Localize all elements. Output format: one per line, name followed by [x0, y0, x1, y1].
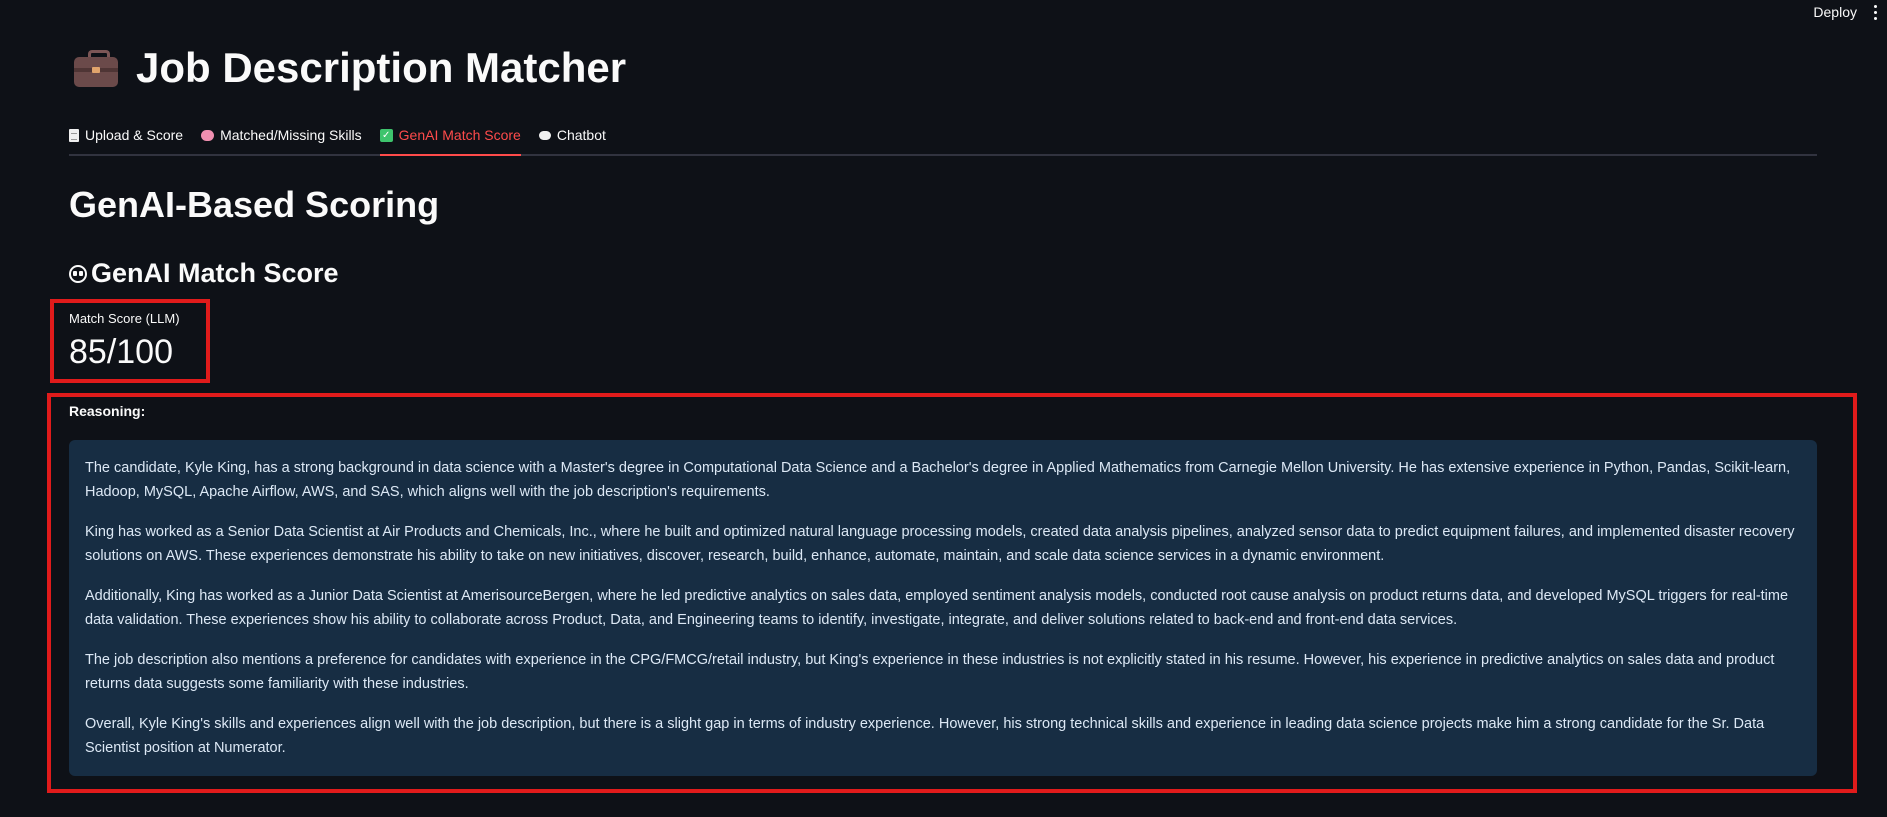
- document-icon: [69, 128, 79, 142]
- reasoning-paragraph: The candidate, Kyle King, has a strong b…: [85, 460, 1791, 500]
- speech-bubble-icon: [538, 130, 551, 140]
- app-page: Deploy Job Description Matcher Upload & …: [0, 0, 1887, 817]
- more-options-icon[interactable]: [1871, 4, 1879, 20]
- tab-matched-missing-skills[interactable]: Matched/Missing Skills: [201, 116, 362, 154]
- reasoning-paragraph: The job description also mentions a pref…: [85, 652, 1775, 692]
- metric-value: 85/100: [69, 333, 173, 371]
- tab-label: Upload & Score: [85, 127, 184, 143]
- reasoning-paragraph: Overall, Kyle King's skills and experien…: [85, 716, 1765, 756]
- tab-label: Matched/Missing Skills: [220, 127, 362, 143]
- tab-upload-score[interactable]: Upload & Score: [69, 116, 183, 154]
- reasoning-label: Reasoning:: [69, 403, 146, 419]
- deploy-button[interactable]: Deploy: [1813, 4, 1857, 20]
- brain-icon: [201, 129, 215, 141]
- briefcase-icon: [74, 48, 118, 88]
- tab-genai-match-score[interactable]: ✓ GenAI Match Score: [379, 116, 522, 156]
- app-title: Job Description Matcher: [136, 44, 627, 91]
- metric-label: Match Score (LLM): [69, 311, 180, 326]
- robot-face-icon: [69, 264, 87, 283]
- subsection-title: GenAI Match Score: [91, 258, 339, 288]
- tab-label: Chatbot: [556, 127, 606, 143]
- tab-label: GenAI Match Score: [398, 127, 521, 143]
- check-icon: ✓: [379, 128, 393, 142]
- subsection-header: GenAI Match Score: [69, 258, 339, 289]
- tab-bar: Upload & Score Matched/Missing Skills ✓ …: [69, 116, 1817, 156]
- reasoning-paragraph: King has worked as a Senior Data Scienti…: [85, 524, 1795, 564]
- top-toolbar: Deploy: [1813, 0, 1887, 24]
- reasoning-paragraph: Additionally, King has worked as a Junio…: [85, 588, 1789, 628]
- app-header: Job Description Matcher: [74, 44, 626, 92]
- reasoning-panel: The candidate, Kyle King, has a strong b…: [69, 440, 1817, 776]
- tab-chatbot[interactable]: Chatbot: [538, 116, 606, 154]
- section-title: GenAI-Based Scoring: [69, 184, 440, 225]
